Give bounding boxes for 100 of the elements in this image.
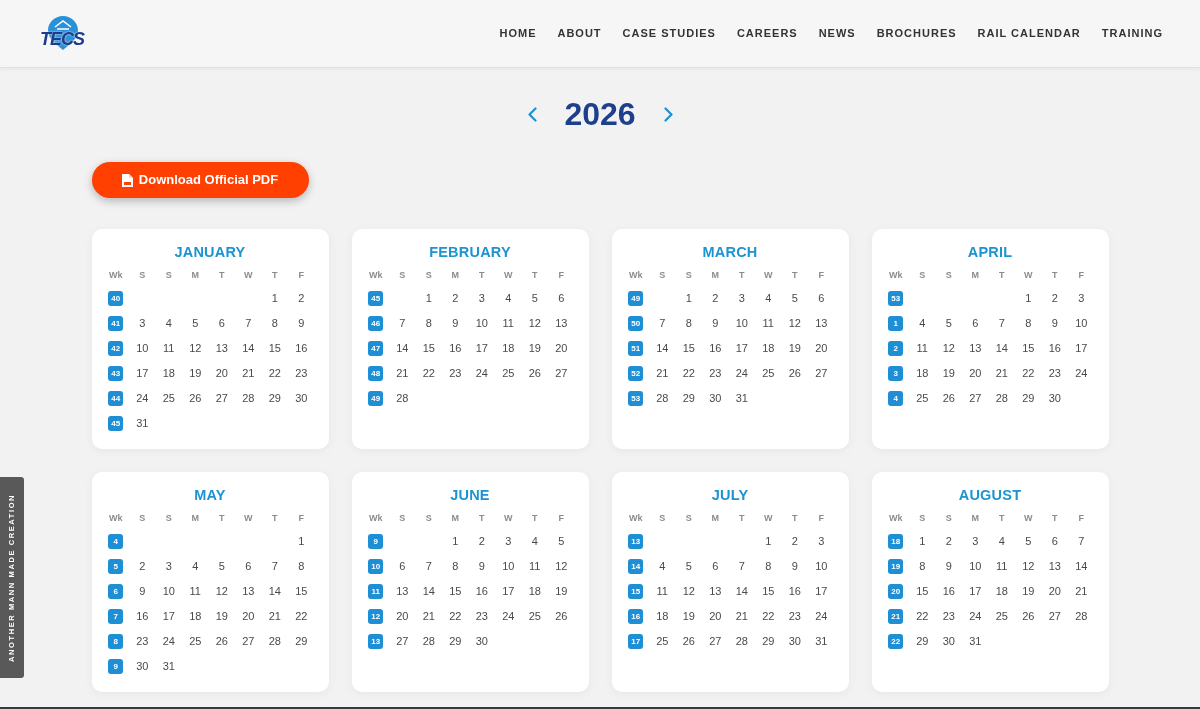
day-number: 3 bbox=[818, 534, 825, 550]
day-number: 24 bbox=[969, 609, 982, 625]
day-number: 5 bbox=[218, 559, 225, 575]
day-number: 20 bbox=[1048, 584, 1061, 600]
day-number: 16 bbox=[942, 584, 955, 600]
day-number: 14 bbox=[242, 341, 255, 357]
day-number: 29 bbox=[268, 391, 281, 407]
weekday-header: F bbox=[818, 512, 824, 526]
day-number: 30 bbox=[942, 634, 955, 650]
week-number-badge: 4 bbox=[108, 534, 124, 549]
day-number: 18 bbox=[528, 584, 541, 600]
day-number: 6 bbox=[245, 559, 252, 575]
day-number: 7 bbox=[998, 316, 1005, 332]
day-number: 1 bbox=[919, 534, 926, 550]
day-number: 27 bbox=[709, 634, 722, 650]
nav-link[interactable]: CASE STUDIES bbox=[622, 25, 716, 42]
weekday-header: S bbox=[919, 269, 926, 283]
day-number: 31 bbox=[969, 634, 982, 650]
day-number: 30 bbox=[709, 391, 722, 407]
week-column-header: Wk bbox=[889, 512, 903, 526]
weekday-header: S bbox=[165, 512, 172, 526]
day-number: 26 bbox=[942, 391, 955, 407]
weekday-header: F bbox=[298, 512, 304, 526]
day-number: 26 bbox=[1022, 609, 1035, 625]
day-number: 28 bbox=[396, 391, 409, 407]
day-number: 22 bbox=[422, 366, 435, 382]
day-number: 24 bbox=[815, 609, 828, 625]
week-column-header: Wk bbox=[369, 269, 383, 283]
day-number: 29 bbox=[295, 634, 308, 650]
day-number: 16 bbox=[295, 341, 308, 357]
day-number: 9 bbox=[452, 316, 459, 332]
weekday-header: W bbox=[1024, 269, 1033, 283]
day-number: 10 bbox=[162, 584, 175, 600]
week-number-badge: 11 bbox=[368, 584, 384, 599]
day-number: 19 bbox=[528, 341, 541, 357]
day-number: 1 bbox=[271, 291, 278, 307]
weekday-header: T bbox=[272, 269, 278, 283]
week-column-header: Wk bbox=[109, 269, 123, 283]
week-number-badge: 20 bbox=[888, 584, 904, 599]
day-number: 3 bbox=[738, 291, 745, 307]
week-number-badge: 19 bbox=[888, 559, 904, 574]
day-number: 16 bbox=[136, 609, 149, 625]
day-number: 10 bbox=[815, 559, 828, 575]
month-title: MAY bbox=[194, 486, 226, 504]
day-number: 20 bbox=[709, 609, 722, 625]
day-number: 28 bbox=[422, 634, 435, 650]
day-number: 4 bbox=[765, 291, 772, 307]
day-number: 29 bbox=[449, 634, 462, 650]
day-number: 19 bbox=[1022, 584, 1035, 600]
day-number: 2 bbox=[452, 291, 459, 307]
nav-link[interactable]: TRAINING bbox=[1101, 25, 1163, 42]
download-pdf-button[interactable]: Download Official PDF bbox=[91, 162, 309, 198]
day-number: 1 bbox=[298, 534, 305, 550]
day-number: 18 bbox=[502, 341, 515, 357]
day-number: 21 bbox=[422, 609, 435, 625]
day-number: 14 bbox=[422, 584, 435, 600]
day-number: 23 bbox=[136, 634, 149, 650]
day-number: 13 bbox=[815, 316, 828, 332]
day-number: 5 bbox=[791, 291, 798, 307]
nav-link[interactable]: NEWS bbox=[818, 25, 856, 42]
day-number: 27 bbox=[396, 634, 409, 650]
week-number-badge: 48 bbox=[368, 366, 384, 381]
nav-link[interactable]: BROCHURES bbox=[876, 25, 957, 42]
day-number: 8 bbox=[1025, 316, 1032, 332]
day-number: 26 bbox=[788, 366, 801, 382]
weekday-header: M bbox=[451, 269, 459, 283]
week-number-badge: 9 bbox=[108, 659, 124, 674]
day-number: 18 bbox=[656, 609, 669, 625]
day-number: 16 bbox=[449, 341, 462, 357]
day-number: 10 bbox=[136, 341, 149, 357]
day-number: 14 bbox=[396, 341, 409, 357]
day-number: 21 bbox=[268, 609, 281, 625]
week-number-badge: 7 bbox=[108, 609, 124, 624]
day-number: 15 bbox=[762, 584, 775, 600]
day-number: 9 bbox=[298, 316, 305, 332]
weekday-header: T bbox=[479, 512, 485, 526]
day-number: 12 bbox=[1022, 559, 1035, 575]
day-number: 3 bbox=[478, 291, 485, 307]
nav-link[interactable]: CAREERS bbox=[736, 25, 798, 42]
day-number: 21 bbox=[242, 366, 255, 382]
day-number: 28 bbox=[268, 634, 281, 650]
day-number: 11 bbox=[916, 341, 928, 357]
day-number: 20 bbox=[555, 341, 568, 357]
day-number: 3 bbox=[139, 316, 146, 332]
day-number: 2 bbox=[1051, 291, 1058, 307]
nav-link[interactable]: HOME bbox=[499, 25, 537, 42]
day-number: 25 bbox=[656, 634, 669, 650]
day-number: 5 bbox=[945, 316, 952, 332]
nav-link[interactable]: ABOUT bbox=[557, 25, 602, 42]
week-number-badge: 16 bbox=[628, 609, 644, 624]
day-number: 13 bbox=[709, 584, 722, 600]
day-number: 30 bbox=[295, 391, 308, 407]
day-number: 9 bbox=[945, 559, 952, 575]
day-number: 4 bbox=[505, 291, 512, 307]
week-number-badge: 42 bbox=[108, 341, 124, 356]
day-number: 13 bbox=[396, 584, 409, 600]
day-number: 12 bbox=[682, 584, 695, 600]
day-number: 19 bbox=[682, 609, 695, 625]
day-number: 20 bbox=[215, 366, 228, 382]
nav-link[interactable]: RAIL CALENDAR bbox=[977, 25, 1081, 42]
